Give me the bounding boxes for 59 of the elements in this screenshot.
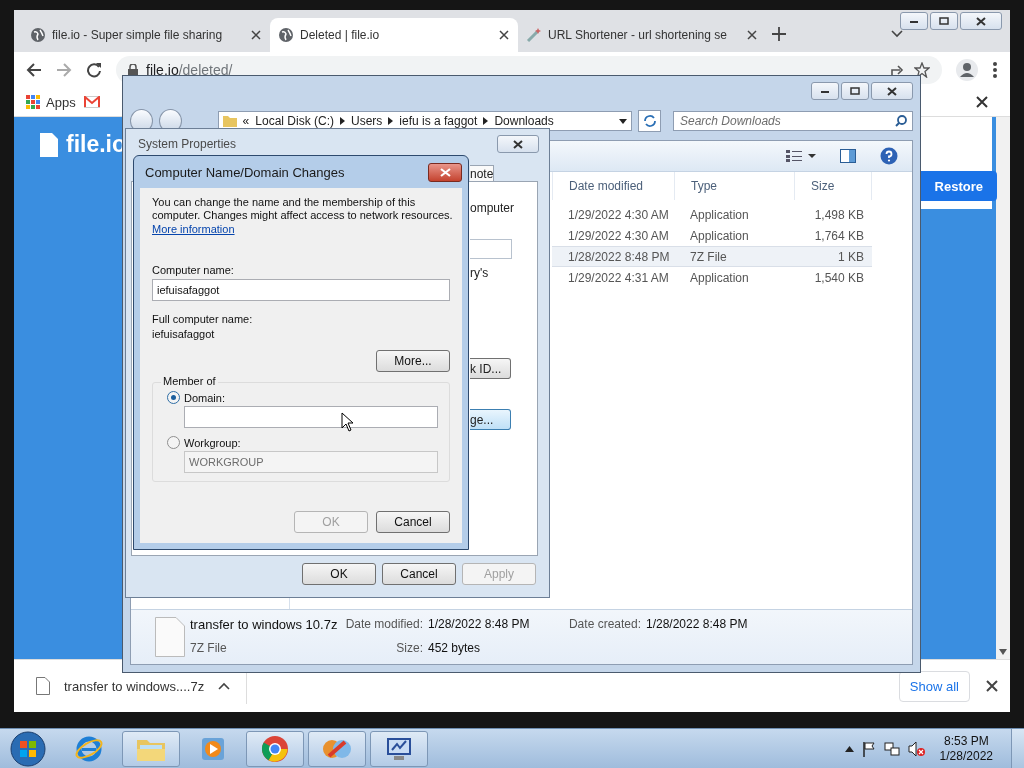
table-cell-text: 1/29/2022 4:31 AM <box>567 269 670 287</box>
apps-bookmark[interactable]: Apps <box>26 94 76 110</box>
window-title: Computer Name/Domain Changes <box>145 164 345 180</box>
field-label: Computer name: <box>152 264 235 276</box>
table-cell-text: Application <box>689 269 750 287</box>
dialog-button[interactable]: OK <box>302 563 376 585</box>
table-cell-text: 1,498 KB <box>813 206 865 224</box>
clock[interactable]: 8:53 PM 1/28/2022 <box>939 733 993 764</box>
browser-tab[interactable]: URL Shortener - url shortening se <box>518 18 766 52</box>
label-text: ry's <box>470 266 489 280</box>
table-cell-text: 1/29/2022 4:30 AM <box>567 206 670 224</box>
more-information-link[interactable]: More information <box>152 222 235 236</box>
browser-tab[interactable]: file.io - Super simple file sharing <box>22 18 270 52</box>
tab[interactable]: note <box>470 165 494 181</box>
table-cell-text: 1,764 KB <box>813 227 865 245</box>
table-cell-text: 1,540 KB <box>813 269 865 287</box>
table-cell: 1/28/2022 8:48 PM <box>552 246 674 267</box>
description-text: You can change the name and the membership of this computer. Changes might affect access to network resources. <box>152 196 454 222</box>
field-value: 1/28/2022 8:48 PM <box>646 617 749 633</box>
breadcrumb-item[interactable]: Downloads <box>494 114 554 128</box>
table-cell: 7Z File <box>674 246 794 267</box>
breadcrumb-item[interactable]: iefu is a faggot <box>399 114 478 128</box>
address-bar[interactable]: « Local Disk (C:) Users iefu is a faggot Downloads <box>217 111 633 131</box>
restore-button[interactable]: Restore <box>921 171 997 201</box>
breadcrumb-item[interactable]: Users <box>350 114 383 128</box>
dialog-button[interactable]: ge... <box>470 409 511 430</box>
file-name: transfer to windows 10.7z <box>190 617 338 634</box>
label-text: omputer <box>470 201 515 215</box>
show-all-button[interactable]: Show all <box>898 670 970 702</box>
table-cell-text: 1/29/2022 4:30 AM <box>567 227 670 245</box>
column-header[interactable]: Date modified <box>552 172 674 200</box>
field-value: 452 bytes <box>428 640 482 657</box>
table-cell: 1 KB <box>794 246 872 267</box>
window-title: System Properties <box>138 137 237 151</box>
full-name-value: iefuisafaggot <box>152 328 216 340</box>
field-label: Size: <box>395 640 423 657</box>
radio-label[interactable]: Workgroup: <box>184 436 241 449</box>
group-label: Member of <box>161 375 218 387</box>
field-label: Date modified: <box>344 617 423 633</box>
dialog-button[interactable]: k ID... <box>470 358 511 379</box>
breadcrumb-item[interactable]: Local Disk (C:) <box>255 114 334 128</box>
dialog-button[interactable]: Cancel <box>382 563 456 585</box>
input-field[interactable]: WORKGROUP <box>184 451 438 473</box>
table-cell-text: Application <box>689 227 750 245</box>
field-value: 1/28/2022 8:48 PM <box>428 617 531 633</box>
dialog-button[interactable]: Cancel <box>376 511 450 533</box>
field-label: Date created: <box>567 617 641 633</box>
file-type: 7Z File <box>190 640 228 657</box>
search-field[interactable]: Search Downloads <box>673 111 913 131</box>
table-cell-text: Application <box>689 206 750 224</box>
download-filename[interactable]: transfer to windows....7z <box>64 678 205 694</box>
column-header[interactable]: Size <box>794 172 872 200</box>
more-button[interactable]: More... <box>376 350 450 372</box>
radio-label[interactable]: Domain: <box>184 391 225 404</box>
browser-tab[interactable]: Deleted | file.io <box>270 18 518 52</box>
overflow-chevron[interactable]: « <box>242 114 250 128</box>
column-header[interactable]: Type <box>674 172 794 200</box>
field-label: Full computer name: <box>152 313 254 325</box>
computer-name-field[interactable]: iefuisafaggot <box>152 279 450 301</box>
